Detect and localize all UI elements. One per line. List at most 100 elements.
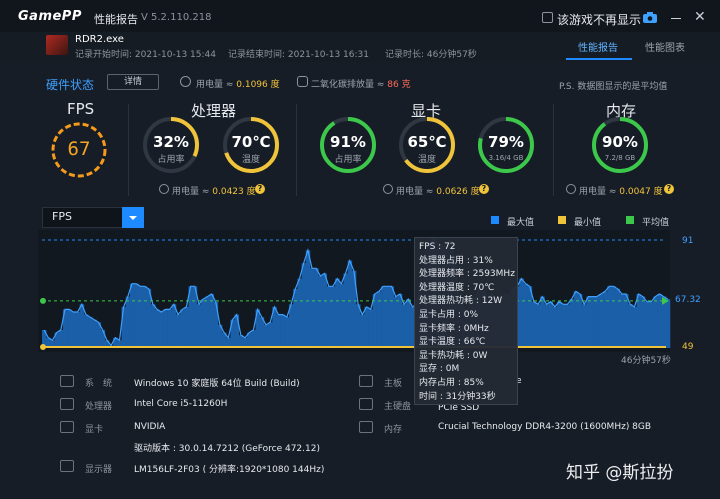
gpu-label: 显卡 bbox=[85, 425, 104, 435]
gpu-temp-label: 温度 bbox=[417, 155, 436, 165]
gpu-vram-value: 79% bbox=[488, 133, 524, 151]
total-power-label: 用电量 ≈ bbox=[196, 80, 237, 90]
ram-label: 内存 bbox=[384, 425, 403, 435]
gpu-usage-value: 91% bbox=[330, 133, 366, 151]
fps-bar bbox=[263, 324, 269, 348]
fps-bar bbox=[577, 294, 583, 348]
cpu-value: Intel Core i5-11260H bbox=[134, 399, 228, 409]
cpu-temp-value: 70℃ bbox=[231, 133, 271, 151]
game-name: RDR2.exe bbox=[75, 34, 124, 45]
fps-bar bbox=[125, 296, 131, 348]
tooltip-row: 显卡热功耗 : 0W bbox=[419, 350, 488, 361]
close-icon[interactable]: ✕ bbox=[694, 10, 706, 24]
fps-bar bbox=[121, 306, 127, 348]
cpu-usage-value: 32% bbox=[153, 133, 189, 151]
axis-avg-label: 67.32 bbox=[675, 295, 701, 305]
record-duration: 记录时长: 46分钟57秒 bbox=[385, 50, 477, 60]
fps-bar bbox=[138, 286, 143, 348]
fps-bar bbox=[376, 291, 382, 348]
legend-min: 最小值 bbox=[574, 218, 602, 228]
gamepp-logo: GamePP bbox=[18, 9, 82, 24]
window-title: 性能报告 bbox=[94, 13, 138, 26]
fps-bar bbox=[205, 296, 210, 348]
detail-button[interactable]: 详情 bbox=[107, 74, 159, 90]
minimize-icon[interactable] bbox=[671, 18, 681, 19]
cpu-temp-label: 温度 bbox=[241, 155, 260, 165]
min-marker bbox=[40, 344, 46, 350]
fps-bar bbox=[381, 286, 386, 348]
fps-bar bbox=[406, 299, 411, 348]
gpu-vram-label: 3.16/4 GB bbox=[488, 154, 524, 162]
fps-bar bbox=[561, 304, 566, 348]
cpu-label: 处理器 bbox=[85, 402, 113, 412]
tooltip-row: 处理器热功耗 : 12W bbox=[419, 296, 503, 307]
memory-usage-value: 90% bbox=[602, 133, 638, 151]
fps-bar bbox=[150, 304, 156, 348]
fps-bar bbox=[159, 312, 164, 348]
fps-bar bbox=[184, 306, 189, 348]
hide-game-label[interactable]: 该游戏不再显示 bbox=[557, 11, 641, 28]
display-label: 显示器 bbox=[85, 465, 113, 475]
tooltip-row: 时间 : 31分钟33秒 bbox=[419, 391, 496, 402]
fps-chart[interactable] bbox=[38, 230, 682, 352]
gpu-power-label: 用电量 ≈ bbox=[396, 187, 437, 197]
fps-bar bbox=[134, 283, 139, 348]
fps-bar bbox=[590, 296, 595, 348]
total-power: 用电量 ≈ 0.1096 度 bbox=[196, 77, 280, 90]
fps-bar bbox=[393, 296, 399, 348]
fps-bar bbox=[527, 286, 533, 348]
fps-bar bbox=[58, 330, 64, 348]
tab-performance-report[interactable]: 性能报告 bbox=[578, 39, 618, 54]
divider bbox=[296, 104, 297, 196]
gpu-power-value: 0.0626 度 bbox=[436, 187, 480, 197]
hide-game-checkbox[interactable] bbox=[542, 12, 553, 23]
fps-bar bbox=[536, 304, 541, 348]
gpu-value: NVIDIA bbox=[134, 422, 166, 432]
fps-bar bbox=[372, 294, 378, 348]
fps-bar bbox=[611, 286, 616, 348]
fps-bar bbox=[79, 304, 85, 348]
tooltip-row: 显卡占用 : 0% bbox=[419, 309, 479, 320]
system-value: Windows 10 家庭版 64位 Build (Build) bbox=[134, 379, 300, 389]
version-label: V 5.2.110.218 bbox=[141, 12, 212, 23]
fps-bar bbox=[402, 304, 407, 348]
record-end-time: 记录结束时间: 2021-10-13 16:31 bbox=[228, 50, 369, 60]
help-icon[interactable]: ? bbox=[479, 184, 489, 194]
driver-version: 驱动版本 : 30.0.14.7212 (GeForce 472.12) bbox=[134, 444, 320, 454]
tab-performance-chart[interactable]: 性能图表 bbox=[645, 39, 685, 54]
fps-bar bbox=[665, 299, 671, 348]
tooltip-row: FPS : 72 bbox=[419, 242, 456, 252]
camera-icon[interactable] bbox=[643, 12, 657, 23]
axis-min-label: 49 bbox=[682, 342, 694, 352]
fps-bar bbox=[360, 314, 365, 348]
help-icon[interactable]: ? bbox=[255, 184, 265, 194]
help-icon[interactable]: ? bbox=[664, 184, 674, 194]
co2-value: 86 克 bbox=[387, 80, 411, 90]
fps-bar bbox=[209, 294, 214, 348]
metric-select-value[interactable]: FPS bbox=[52, 210, 72, 223]
fps-bar bbox=[615, 288, 621, 348]
metric-dropdown-button[interactable] bbox=[122, 207, 144, 228]
fps-bar bbox=[569, 299, 575, 348]
power-icon bbox=[180, 76, 191, 87]
fps-bar bbox=[280, 314, 286, 348]
fps-bar bbox=[607, 286, 612, 348]
fps-bar bbox=[318, 276, 323, 348]
cpu-power-label: 用电量 ≈ bbox=[172, 187, 213, 197]
disk-label: 主硬盘 bbox=[384, 402, 412, 412]
chart-tooltip: FPS : 72 处理器占用 : 31% 处理器频率 : 2593MHz 处理器温度 … bbox=[414, 237, 518, 405]
memory-power-value: 0.0047 度 bbox=[619, 187, 663, 197]
fps-bar bbox=[322, 273, 327, 348]
fps-title: FPS bbox=[67, 100, 95, 118]
watermark: 知乎 @斯拉扮 bbox=[566, 463, 674, 483]
fps-bar bbox=[301, 263, 307, 348]
gpu-usage-label: 占用率 bbox=[334, 155, 362, 165]
tooltip-row: 显存 : 0M bbox=[419, 364, 460, 375]
cpu-power-icon bbox=[159, 184, 169, 194]
fps-bar bbox=[88, 317, 93, 348]
windows-icon bbox=[60, 375, 74, 387]
fps-bar bbox=[540, 296, 545, 348]
fps-bar bbox=[196, 304, 202, 348]
fps-bar bbox=[565, 304, 570, 348]
tooltip-row: 内存占用 : 85% bbox=[419, 377, 484, 388]
